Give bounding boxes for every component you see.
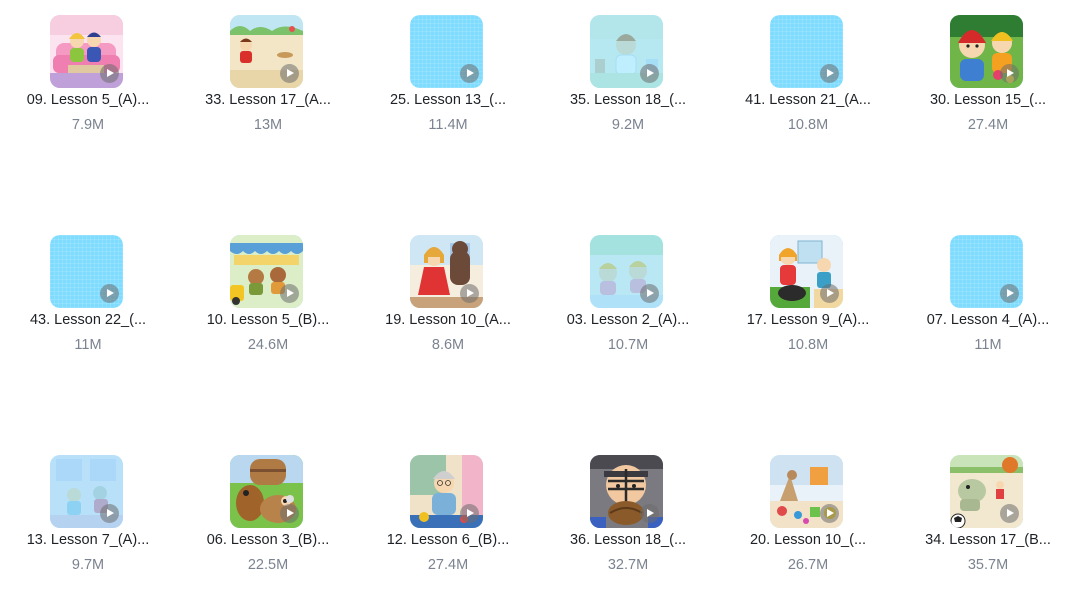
file-name: 33. Lesson 17_(A... [205, 92, 331, 108]
file-name: 30. Lesson 15_(... [929, 92, 1047, 108]
file-size: 11.4M [428, 117, 468, 133]
video-thumbnail[interactable] [770, 455, 843, 528]
video-file-tile[interactable]: 12. Lesson 6_(B)... 27.4M [358, 440, 538, 590]
play-icon[interactable] [640, 504, 659, 523]
play-icon[interactable] [820, 64, 839, 83]
video-thumbnail[interactable] [50, 455, 123, 528]
play-icon[interactable] [100, 64, 119, 83]
file-size: 11M [74, 337, 102, 353]
video-file-tile[interactable]: 43. Lesson 22_(... 11M [0, 220, 178, 370]
play-icon[interactable] [100, 284, 119, 303]
video-file-tile[interactable]: 25. Lesson 13_(... 11.4M [358, 0, 538, 150]
file-size: 9.7M [71, 557, 105, 573]
play-icon[interactable] [460, 64, 479, 83]
file-name: 09. Lesson 5_(A)... [26, 92, 150, 108]
video-thumbnail[interactable] [410, 455, 483, 528]
file-name: 34. Lesson 17_(B... [925, 532, 1051, 548]
video-thumbnail[interactable] [230, 235, 303, 308]
video-thumbnail[interactable] [770, 235, 843, 308]
video-file-tile[interactable]: 13. Lesson 7_(A)... 9.7M [0, 440, 178, 590]
video-file-tile[interactable]: 30. Lesson 15_(... 27.4M [898, 0, 1078, 150]
video-thumbnail[interactable] [230, 455, 303, 528]
video-file-tile[interactable]: 20. Lesson 10_(... 26.7M [718, 440, 898, 590]
file-size: 7.9M [71, 117, 105, 133]
video-thumbnail[interactable] [410, 15, 483, 88]
video-thumbnail[interactable] [230, 15, 303, 88]
video-thumbnail[interactable] [590, 455, 663, 528]
file-name: 03. Lesson 2_(A)... [566, 312, 690, 328]
play-icon[interactable] [820, 284, 839, 303]
play-icon[interactable] [100, 504, 119, 523]
file-size: 24.6M [247, 337, 289, 353]
file-name: 12. Lesson 6_(B)... [386, 532, 510, 548]
video-thumbnail[interactable] [770, 15, 843, 88]
video-file-tile[interactable]: 06. Lesson 3_(B)... 22.5M [178, 440, 358, 590]
video-thumbnail[interactable] [950, 15, 1023, 88]
file-name: 06. Lesson 3_(B)... [206, 532, 330, 548]
video-thumbnail[interactable] [950, 455, 1023, 528]
file-size: 9.2M [611, 117, 645, 133]
play-icon[interactable] [1000, 284, 1019, 303]
play-icon[interactable] [820, 504, 839, 523]
file-name: 25. Lesson 13_(... [389, 92, 507, 108]
play-icon[interactable] [280, 504, 299, 523]
video-thumbnail[interactable] [410, 235, 483, 308]
video-thumbnail[interactable] [50, 235, 123, 308]
file-name: 10. Lesson 5_(B)... [206, 312, 330, 328]
file-size: 26.7M [787, 557, 829, 573]
play-icon[interactable] [280, 64, 299, 83]
file-name: 13. Lesson 7_(A)... [26, 532, 150, 548]
file-size: 13M [253, 117, 283, 133]
play-icon[interactable] [640, 284, 659, 303]
video-thumbnail[interactable] [50, 15, 123, 88]
play-icon[interactable] [1000, 64, 1019, 83]
file-size: 11M [974, 337, 1002, 353]
video-file-tile[interactable]: 34. Lesson 17_(B... 35.7M [898, 440, 1078, 590]
file-size: 8.6M [431, 337, 465, 353]
video-file-tile[interactable]: 35. Lesson 18_(... 9.2M [538, 0, 718, 150]
file-name: 43. Lesson 22_(... [29, 312, 147, 328]
video-file-tile[interactable]: 09. Lesson 5_(A)... 7.9M [0, 0, 178, 150]
video-file-tile[interactable]: 33. Lesson 17_(A... 13M [178, 0, 358, 150]
file-size: 27.4M [427, 557, 469, 573]
file-size: 10.7M [607, 337, 649, 353]
file-name: 36. Lesson 18_(... [569, 532, 687, 548]
video-file-tile[interactable]: 03. Lesson 2_(A)... 10.7M [538, 220, 718, 370]
file-size: 22.5M [247, 557, 289, 573]
file-size: 32.7M [607, 557, 649, 573]
play-icon[interactable] [460, 504, 479, 523]
play-icon[interactable] [640, 64, 659, 83]
video-thumbnail[interactable] [590, 15, 663, 88]
video-thumbnail[interactable] [950, 235, 1023, 308]
video-file-tile[interactable]: 19. Lesson 10_(A... 8.6M [358, 220, 538, 370]
play-icon[interactable] [460, 284, 479, 303]
play-icon[interactable] [280, 284, 299, 303]
video-file-tile[interactable]: 17. Lesson 9_(A)... 10.8M [718, 220, 898, 370]
file-size: 10.8M [787, 117, 829, 133]
file-name: 19. Lesson 10_(A... [385, 312, 511, 328]
video-thumbnail[interactable] [590, 235, 663, 308]
file-name: 41. Lesson 21_(A... [745, 92, 871, 108]
file-grid: 09. Lesson 5_(A)... 7.9M 33. Lesson 17_(A.… [0, 0, 1086, 596]
video-file-tile[interactable]: 36. Lesson 18_(... 32.7M [538, 440, 718, 590]
file-name: 17. Lesson 9_(A)... [746, 312, 870, 328]
play-icon[interactable] [1000, 504, 1019, 523]
file-size: 35.7M [967, 557, 1009, 573]
file-name: 07. Lesson 4_(A)... [926, 312, 1050, 328]
file-size: 10.8M [787, 337, 829, 353]
video-file-tile[interactable]: 07. Lesson 4_(A)... 11M [898, 220, 1078, 370]
video-file-tile[interactable]: 41. Lesson 21_(A... 10.8M [718, 0, 898, 150]
video-file-tile[interactable]: 10. Lesson 5_(B)... 24.6M [178, 220, 358, 370]
file-name: 20. Lesson 10_(... [749, 532, 867, 548]
file-name: 35. Lesson 18_(... [569, 92, 687, 108]
file-size: 27.4M [967, 117, 1009, 133]
